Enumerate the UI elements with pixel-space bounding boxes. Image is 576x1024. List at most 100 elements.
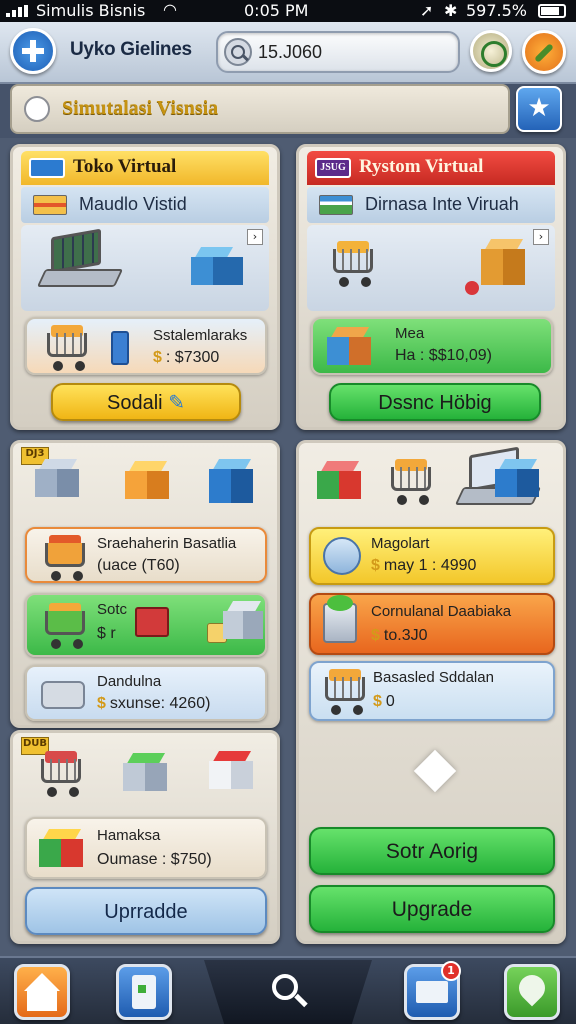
list-item[interactable]: Cornulanal Daabiaka $ to.3J0 <box>309 593 555 655</box>
money-tag-icon <box>29 158 65 178</box>
favorite-button[interactable]: ★ <box>516 86 562 132</box>
list-item[interactable]: Sstalemlaraks $: $7300 <box>25 317 267 375</box>
product-preview: › <box>21 225 269 311</box>
top-bar: Uyko Gielines <box>0 22 576 84</box>
panel-right-middle: Magolart $ may 1 : 4990 Cornulanal Daabia… <box>296 440 566 944</box>
panel-left-middle: DJ3 Sraehaherin Basatlia (uace (T60) Sot… <box>10 440 280 728</box>
panel-title: Toko Virtual <box>21 151 269 185</box>
notification-badge: 1 <box>441 961 461 981</box>
basket-icon <box>39 603 91 649</box>
bottom-nav: 1 <box>0 956 576 1024</box>
list-item[interactable]: Sotc $ r <box>25 593 267 657</box>
search-icon <box>224 38 252 66</box>
list-item[interactable]: Hamaksa Oumase : $750) <box>25 817 267 879</box>
box-icon <box>191 247 243 287</box>
item-name: Sotc <box>97 601 128 618</box>
search-box[interactable] <box>216 31 460 73</box>
item-price: Ha : $$10,09) <box>395 347 492 364</box>
panel-subheading: Maudlo Vistid <box>21 187 269 223</box>
panel-toko-virtual: Toko Virtual Maudlo Vistid › Sstalemlara… <box>10 144 280 430</box>
cart-icon <box>39 535 91 581</box>
card-icon <box>33 195 67 215</box>
signal-icon <box>6 5 30 17</box>
cart-icon <box>41 325 93 371</box>
item-name: Hamaksa <box>97 827 161 844</box>
tools-button[interactable] <box>522 30 566 74</box>
list-item[interactable]: Magolart $ may 1 : 4990 <box>309 527 555 585</box>
wallet-icon <box>132 975 156 1009</box>
item-name: Cornulanal Daabiaka <box>371 603 512 620</box>
panel-subheading: Dirnasa Inte Viruah <box>307 187 555 223</box>
panel-left-bottom: DUB Hamaksa Oumase : $750) Uprradde <box>10 730 280 944</box>
sotr-aorig-button[interactable]: Sotr Aorig <box>309 827 555 875</box>
phone-icon <box>111 331 129 365</box>
panel-title: JSUG Rystom Virtual <box>307 151 555 185</box>
simulation-banner[interactable]: Simutalasi Visnsia <box>10 84 510 134</box>
box-icon <box>39 829 83 869</box>
server-icon <box>495 459 543 499</box>
card-icon <box>319 195 353 215</box>
home-button[interactable] <box>14 964 70 1020</box>
list-item[interactable]: Basasled Sddalan $0 <box>309 661 555 721</box>
expand-icon[interactable]: › <box>247 229 263 245</box>
app-title: Uyko Gielines <box>70 39 192 60</box>
settings-icon <box>24 96 50 122</box>
bluetooth-icon: ✱ <box>444 1 458 20</box>
laptop-icon <box>36 228 124 293</box>
upgrade-button[interactable]: Upgrade <box>309 885 555 933</box>
search-input[interactable] <box>258 39 448 65</box>
mail-button[interactable]: 1 <box>404 961 461 1020</box>
cart-icon <box>385 459 437 505</box>
cart-icon <box>327 241 389 287</box>
item-price: $ to.3J0 <box>371 627 428 644</box>
item-name: Dandulna <box>97 673 162 690</box>
cart-icon <box>319 669 371 715</box>
banner-text: Simutalasi Visnsia <box>62 97 219 119</box>
item-name: Mea <box>395 325 425 342</box>
item-price: Oumase : $750) <box>97 851 212 868</box>
sodali-button[interactable]: Sodali ✎ <box>51 383 241 421</box>
item-price: $: $7300 <box>153 349 220 366</box>
add-button[interactable] <box>10 28 56 74</box>
item-price: $ may 1 : 4990 <box>371 557 477 574</box>
battery-icon <box>538 4 566 18</box>
clock-time: 0:05 PM <box>244 1 309 20</box>
dssnc-button[interactable]: Dssnc Höbig <box>329 383 541 421</box>
product-preview: › <box>307 225 555 311</box>
coin-icon <box>323 537 361 575</box>
panel-rystom-virtual: JSUG Rystom Virtual Dirnasa Inte Viruah … <box>296 144 566 430</box>
home-icon <box>27 989 57 1011</box>
cart-icon <box>35 751 87 797</box>
search-button[interactable] <box>204 960 372 1024</box>
item-price: (uace (T60) <box>97 557 180 574</box>
box-icon <box>125 461 169 501</box>
expand-icon[interactable]: › <box>533 229 549 245</box>
building-icon <box>209 459 257 505</box>
stand-icon <box>123 753 167 793</box>
wifi-icon: ◠ <box>163 0 177 19</box>
item-name: Basasled Sddalan <box>373 669 494 686</box>
fruit-crate-icon <box>209 751 253 791</box>
upgrade-button[interactable]: Uprradde <box>25 887 267 935</box>
ball-icon <box>465 281 479 295</box>
list-item[interactable]: Sraehaherin Basatlia (uace (T60) <box>25 527 267 583</box>
item-name: Sstalemlaraks <box>153 327 248 344</box>
list-item[interactable]: Dandulna $ sxunse: 4260) <box>25 665 267 721</box>
map-icon <box>513 969 551 1007</box>
box-icon <box>35 459 79 499</box>
machine-icon <box>223 601 263 641</box>
cash-register-icon <box>135 607 169 637</box>
list-item[interactable]: Mea Ha : $$10,09) <box>311 317 553 375</box>
location-icon: ➚ <box>420 1 434 20</box>
power-button[interactable] <box>470 30 512 72</box>
item-price: $0 <box>373 693 395 710</box>
printer-icon <box>41 681 85 709</box>
carrier-label: Simulis Bisnis <box>36 1 146 20</box>
box-icon <box>317 461 361 501</box>
wallet-button[interactable] <box>116 964 172 1020</box>
package-icon <box>481 239 531 289</box>
box-icon <box>327 327 371 367</box>
mail-icon <box>416 981 448 1003</box>
map-button[interactable] <box>504 964 560 1020</box>
battery-percent: 597.5% <box>466 1 528 20</box>
